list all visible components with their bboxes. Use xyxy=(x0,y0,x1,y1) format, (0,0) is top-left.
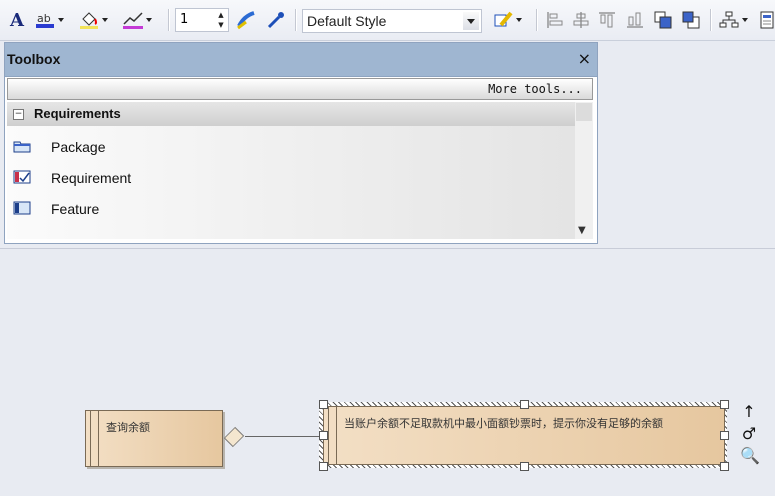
toolbox-scrollbar[interactable]: ▼ xyxy=(575,102,593,239)
align-top-icon xyxy=(596,9,618,31)
toolbar-separator xyxy=(536,9,538,31)
eyedropper-icon xyxy=(264,9,286,31)
svg-text:ab: ab xyxy=(37,12,51,25)
resize-handle[interactable] xyxy=(720,400,729,409)
arrow-up-icon[interactable]: ↑ xyxy=(740,402,758,424)
chevron-down-icon[interactable]: ▼ xyxy=(578,225,586,236)
aggregation-diamond xyxy=(223,426,245,448)
element-name: 查询余额 xyxy=(106,421,150,434)
bring-to-front-button[interactable] xyxy=(652,9,674,31)
resize-handle[interactable] xyxy=(319,462,328,471)
align-left-button[interactable] xyxy=(544,9,566,31)
collapse-icon[interactable]: − xyxy=(13,109,24,120)
canvas-divider xyxy=(0,248,775,249)
resize-handle[interactable] xyxy=(720,462,729,471)
toolbox-title: Toolbox xyxy=(7,51,61,67)
resize-handle[interactable] xyxy=(520,462,529,471)
requirement-icon xyxy=(13,170,31,184)
font-color-button[interactable]: ab xyxy=(34,9,64,31)
chevron-down-icon[interactable] xyxy=(463,12,479,30)
scroll-thumb[interactable] xyxy=(576,103,592,121)
fill-color-button[interactable] xyxy=(78,9,108,31)
requirements-list: Package Requirement Feature xyxy=(7,126,575,239)
requirements-section-label: Requirements xyxy=(34,106,121,121)
element-quick-tools: ↑ ♂ 🔍 xyxy=(740,402,760,468)
align-center-button[interactable] xyxy=(570,9,592,31)
font-color-icon: ab xyxy=(34,9,56,31)
toolbox-item-feature[interactable]: Feature xyxy=(7,196,575,222)
fill-color-icon xyxy=(78,9,100,31)
toolbar-separator xyxy=(295,9,297,31)
feature-icon xyxy=(13,201,31,215)
toolbox-item-label: Package xyxy=(51,139,106,155)
line-width-value: 1 xyxy=(180,12,189,27)
properties-icon xyxy=(760,9,774,31)
apply-appearance-icon xyxy=(236,9,258,31)
more-tools-button[interactable]: More tools... xyxy=(7,78,593,100)
style-select-value: Default Style xyxy=(307,13,387,29)
toolbox-item-requirement[interactable]: Requirement xyxy=(7,165,575,191)
align-top-button[interactable] xyxy=(596,9,618,31)
aggregation-connector[interactable] xyxy=(245,436,319,437)
requirements-section-header[interactable]: − Requirements xyxy=(7,102,575,126)
align-center-icon xyxy=(570,9,592,31)
toolbar-separator xyxy=(710,9,712,31)
apply-appearance-button[interactable] xyxy=(236,9,258,31)
apply-style-button[interactable] xyxy=(492,9,522,31)
properties-button[interactable] xyxy=(760,9,774,31)
style-select[interactable]: Default Style xyxy=(302,9,482,33)
apply-style-icon xyxy=(492,9,514,31)
toolbox-item-label: Feature xyxy=(51,201,100,217)
resize-handle[interactable] xyxy=(720,431,729,440)
font-button[interactable]: A xyxy=(6,9,28,31)
eyedropper-button[interactable] xyxy=(264,9,286,31)
align-left-icon xyxy=(544,9,566,31)
requirement-element-query-balance[interactable]: 查询余额 xyxy=(85,410,223,467)
diagram-toolbar: A ab 1 ▲ ▼ Default Style xyxy=(0,0,775,41)
align-bottom-icon xyxy=(624,9,646,31)
element-bar xyxy=(86,411,99,466)
font-icon: A xyxy=(10,9,24,31)
align-bottom-button[interactable] xyxy=(624,9,646,31)
send-to-back-icon xyxy=(680,9,702,31)
toolbar-separator xyxy=(168,9,170,31)
package-icon xyxy=(13,139,31,153)
resize-handle[interactable] xyxy=(319,400,328,409)
line-width-spinner[interactable]: ▲ ▼ xyxy=(216,10,226,30)
bring-to-front-icon xyxy=(652,9,674,31)
element-name: 当账户余额不足取款机中最小面额钞票时，提示你没有足够的余额 xyxy=(344,417,663,430)
toolbox-header: Toolbox × xyxy=(5,43,597,77)
layout-button[interactable] xyxy=(718,9,748,31)
requirement-element-insufficient-balance[interactable]: 当账户余额不足取款机中最小面额钞票时，提示你没有足够的余额 xyxy=(323,406,725,465)
line-width-field[interactable]: 1 ▲ ▼ xyxy=(175,8,229,32)
send-to-back-button[interactable] xyxy=(680,9,702,31)
toolbox-panel: Toolbox × More tools... − Requirements P… xyxy=(4,42,598,244)
quick-linker-icon[interactable]: ♂ xyxy=(740,424,758,446)
resize-handle[interactable] xyxy=(520,400,529,409)
magnifier-icon[interactable]: 🔍 xyxy=(740,446,760,468)
toolbox-item-package[interactable]: Package xyxy=(7,134,575,160)
layout-icon xyxy=(718,9,740,31)
close-icon[interactable]: × xyxy=(578,49,591,68)
line-color-button[interactable] xyxy=(122,9,152,31)
line-color-icon xyxy=(122,9,144,31)
resize-handle[interactable] xyxy=(319,431,328,440)
toolbox-item-label: Requirement xyxy=(51,170,132,186)
